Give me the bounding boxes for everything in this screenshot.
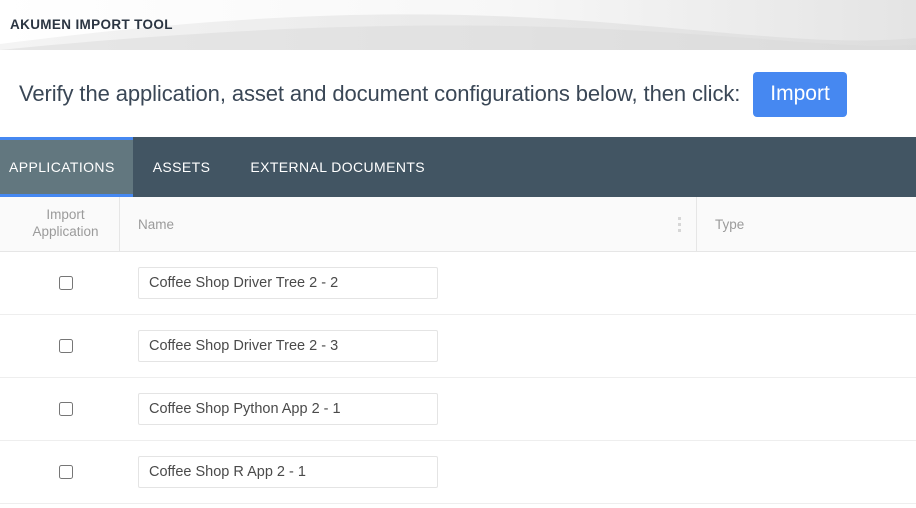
column-header-import-application[interactable]: Import Application [0, 197, 120, 251]
cell-name [120, 393, 697, 425]
application-name-input[interactable] [138, 330, 438, 362]
kebab-dot-2 [678, 223, 681, 226]
import-application-line1: Import [46, 207, 84, 222]
application-name-input[interactable] [138, 393, 438, 425]
import-application-checkbox[interactable] [59, 465, 73, 479]
table-row[interactable] [0, 441, 916, 504]
import-application-checkbox[interactable] [59, 339, 73, 353]
kebab-menu-icon[interactable] [675, 215, 684, 234]
import-button[interactable]: Import [753, 72, 847, 117]
column-header-name-label: Name [138, 217, 174, 232]
tab-assets[interactable]: ASSETS [133, 137, 231, 197]
cell-import-checkbox [0, 339, 120, 353]
cell-name [120, 267, 697, 299]
tab-assets-label: ASSETS [153, 159, 211, 175]
page-title: AKUMEN IMPORT TOOL [10, 17, 173, 32]
import-application-checkbox[interactable] [59, 402, 73, 416]
column-header-type-label: Type [715, 217, 744, 232]
column-header-import-application-text: Import Application [32, 207, 98, 241]
table-header-row: Import Application Name Type [0, 197, 916, 252]
application-name-input[interactable] [138, 267, 438, 299]
tab-applications[interactable]: APPLICATIONS [0, 137, 133, 197]
import-application-checkbox[interactable] [59, 276, 73, 290]
table-row[interactable] [0, 315, 916, 378]
import-application-line2: Application [32, 224, 98, 239]
tab-bar: APPLICATIONS ASSETS EXTERNAL DOCUMENTS [0, 137, 916, 197]
cell-name [120, 330, 697, 362]
title-bar: AKUMEN IMPORT TOOL [0, 0, 916, 51]
instruction-bar: Verify the application, asset and docume… [0, 51, 916, 137]
kebab-dot-1 [678, 217, 681, 220]
cell-import-checkbox [0, 465, 120, 479]
table-row[interactable] [0, 378, 916, 441]
tab-external-documents-label: EXTERNAL DOCUMENTS [250, 159, 425, 175]
table-row[interactable] [0, 252, 916, 315]
kebab-dot-3 [678, 229, 681, 232]
tab-applications-label: APPLICATIONS [9, 159, 115, 175]
application-name-input[interactable] [138, 456, 438, 488]
tab-external-documents[interactable]: EXTERNAL DOCUMENTS [230, 137, 445, 197]
cell-name [120, 456, 697, 488]
cell-import-checkbox [0, 402, 120, 416]
cell-import-checkbox [0, 276, 120, 290]
instruction-text: Verify the application, asset and docume… [19, 81, 740, 107]
column-header-type[interactable]: Type [697, 197, 916, 251]
column-header-name[interactable]: Name [120, 197, 697, 251]
applications-table: Import Application Name Type [0, 197, 916, 504]
